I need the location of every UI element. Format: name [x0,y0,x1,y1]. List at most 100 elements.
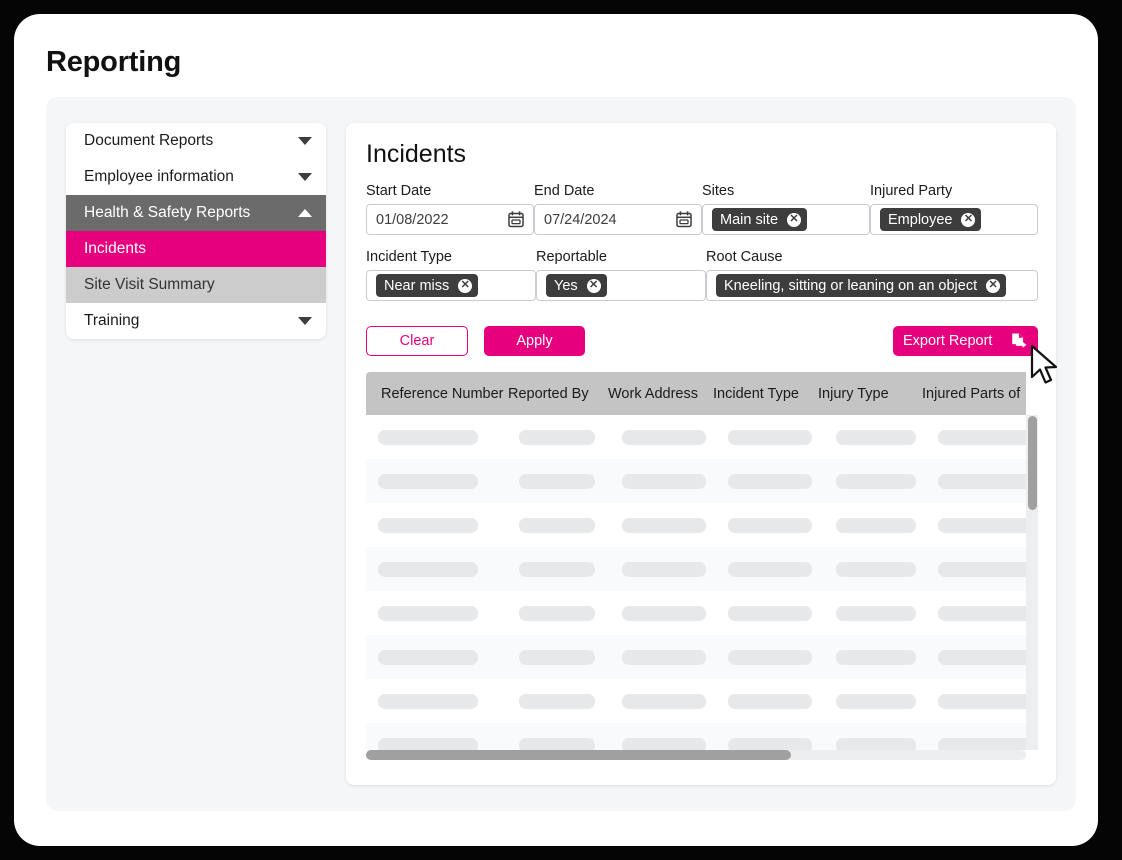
skeleton-cell [519,649,595,665]
injured-party-chip-label: Employee [888,211,953,228]
sidebar-item-site-visit-summary[interactable]: Site Visit Summary [66,267,326,303]
root-cause-label: Root Cause [706,249,783,265]
table-vertical-scrollbar[interactable] [1026,415,1038,750]
filter-sites: Sites Main site ✕ [702,183,870,235]
app-window: Reporting Document Reports Employee info… [14,14,1098,846]
injured-party-chip[interactable]: Employee ✕ [880,208,982,231]
table-row [366,635,1038,679]
skeleton-cell [728,517,812,533]
skeleton-cell [836,693,916,709]
skeleton-cell [836,429,916,445]
apply-button[interactable]: Apply [484,326,585,356]
filter-injured-party: Injured Party Employee ✕ [870,183,1038,235]
sidebar-item-employee-information[interactable]: Employee information [66,159,326,195]
root-cause-input[interactable]: Kneeling, sitting or leaning on an objec… [706,270,1038,301]
column-header-incident-type[interactable]: Incident Type [713,386,818,402]
skeleton-cell [728,737,812,750]
sidebar-item-incidents[interactable]: Incidents [66,231,326,267]
column-header-injured-parts-of[interactable]: Injured Parts of [922,386,1027,402]
column-header-injury-type[interactable]: Injury Type [818,386,922,402]
skeleton-cell [938,737,1038,750]
chevron-up-icon[interactable] [298,209,312,217]
sidebar-item-label: Employee information [84,168,234,185]
skeleton-cell [519,473,595,489]
filter-row-2: Incident Type Near miss ✕ Reportable Yes… [366,249,1038,301]
sites-label: Sites [702,183,735,199]
incidents-table: Reference Number Reported By Work Addres… [366,372,1038,765]
filter-root-cause: Root Cause Kneeling, sitting or leaning … [706,249,1038,301]
skeleton-cell [938,473,1038,489]
filters-region: Start Date 01/08/2022 End Date 07/24/202… [366,183,1038,301]
skeleton-cell [622,693,706,709]
root-cause-chip[interactable]: Kneeling, sitting or leaning on an objec… [716,274,1007,297]
filter-row-1: Start Date 01/08/2022 End Date 07/24/202… [366,183,1038,235]
skeleton-cell [728,429,812,445]
start-date-input[interactable]: 01/08/2022 [366,204,534,235]
sidebar-item-health-and-safety-reports[interactable]: Health & Safety Reports [66,195,326,231]
table-body [366,415,1038,750]
sites-chip-label: Main site [720,211,779,228]
skeleton-cell [519,561,595,577]
page-title: Reporting [46,46,182,78]
remove-chip-icon[interactable]: ✕ [458,278,473,293]
skeleton-cell [728,649,812,665]
column-header-reference-number[interactable]: Reference Number [366,386,508,402]
table-row [366,547,1038,591]
clear-button[interactable]: Clear [366,326,468,356]
skeleton-cell [836,649,916,665]
injured-party-label: Injured Party [870,183,953,199]
document-export-icon [1012,333,1027,348]
remove-chip-icon[interactable]: ✕ [787,212,802,227]
skeleton-cell [938,649,1038,665]
section-heading: Incidents [366,140,467,168]
chevron-down-icon[interactable] [298,317,312,325]
sidebar-item-label: Site Visit Summary [84,276,215,293]
column-header-work-address[interactable]: Work Address [608,386,713,402]
remove-chip-icon[interactable]: ✕ [961,212,976,227]
incident-type-label: Incident Type [366,249,452,265]
incident-type-chip-label: Near miss [384,277,450,294]
skeleton-cell [622,473,706,489]
sidebar-item-label: Training [84,312,140,329]
table-header-row: Reference Number Reported By Work Addres… [366,372,1026,415]
table-row [366,591,1038,635]
skeleton-cell [378,693,478,709]
skeleton-cell [836,473,916,489]
start-date-label: Start Date [366,183,432,199]
skeleton-cell [622,605,706,621]
sites-chip[interactable]: Main site ✕ [712,208,808,231]
skeleton-cell [622,561,706,577]
incident-type-chip[interactable]: Near miss ✕ [376,274,479,297]
reportable-input[interactable]: Yes ✕ [536,270,706,301]
chevron-down-icon[interactable] [298,137,312,145]
skeleton-cell [836,561,916,577]
remove-chip-icon[interactable]: ✕ [586,278,601,293]
sidebar-item-training[interactable]: Training [66,303,326,339]
start-date-value: 01/08/2022 [376,211,449,228]
skeleton-cell [378,649,478,665]
sidebar-item-label: Document Reports [84,132,214,149]
table-horizontal-scrollbar[interactable] [366,750,1026,760]
end-date-input[interactable]: 07/24/2024 [534,204,702,235]
sites-input[interactable]: Main site ✕ [702,204,870,235]
skeleton-cell [836,517,916,533]
export-report-button[interactable]: Export Report [893,326,1038,356]
injured-party-input[interactable]: Employee ✕ [870,204,1038,235]
filter-incident-type: Incident Type Near miss ✕ [366,249,536,301]
incidents-card: Incidents Start Date 01/08/2022 End Date… [346,123,1056,785]
skeleton-cell [378,737,478,750]
column-header-reported-by[interactable]: Reported By [508,386,608,402]
horizontal-scrollbar-thumb[interactable] [366,750,791,760]
remove-chip-icon[interactable]: ✕ [986,278,1001,293]
reportable-chip[interactable]: Yes ✕ [546,274,607,297]
chevron-down-icon[interactable] [298,173,312,181]
calendar-icon[interactable] [508,211,524,228]
skeleton-cell [519,517,595,533]
vertical-scrollbar-thumb[interactable] [1028,416,1037,510]
calendar-icon[interactable] [676,211,692,228]
sidebar-item-document-reports[interactable]: Document Reports [66,123,326,159]
skeleton-cell [622,649,706,665]
skeleton-cell [378,561,478,577]
skeleton-cell [519,737,595,750]
incident-type-input[interactable]: Near miss ✕ [366,270,536,301]
